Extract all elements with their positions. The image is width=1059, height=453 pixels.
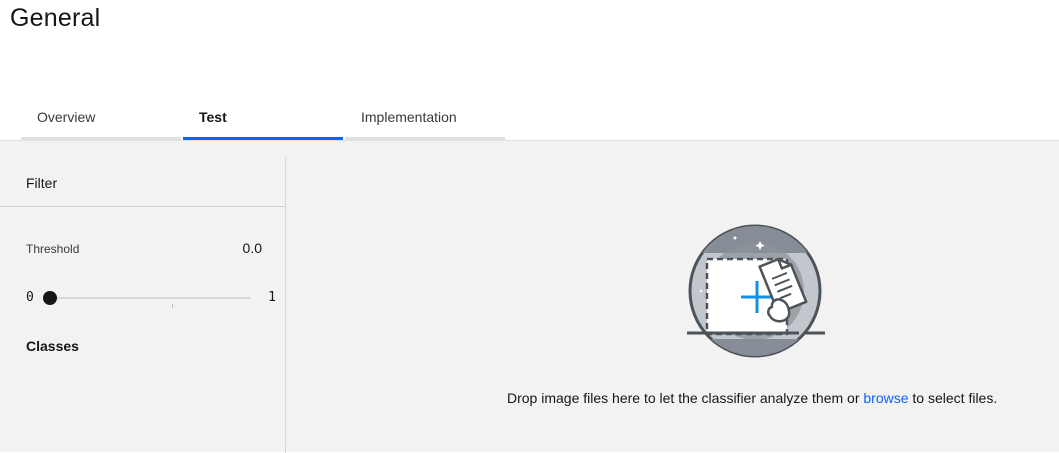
tab-overview[interactable]: Overview xyxy=(21,104,181,140)
threshold-value: 0.0 xyxy=(242,240,262,256)
threshold-row: Threshold 0.0 xyxy=(26,240,262,256)
slider-min-label: 0 xyxy=(26,290,34,305)
slider-max-label: 1 xyxy=(268,290,276,305)
dropzone-text-before: Drop image files here to let the classif… xyxy=(507,390,864,406)
slider-track[interactable] xyxy=(48,297,251,308)
browse-link[interactable]: browse xyxy=(863,390,908,406)
dropzone-instructions: Drop image files here to let the classif… xyxy=(507,390,997,406)
dropzone-text-after: to select files. xyxy=(908,390,998,406)
filter-sidebar: Filter Threshold 0.0 0 1 Classes xyxy=(0,157,286,453)
filter-header: Filter xyxy=(0,157,285,207)
slider-mid-tick xyxy=(172,304,173,308)
image-upload-illustration-icon xyxy=(687,224,825,358)
image-dropzone[interactable]: Drop image files here to let the classif… xyxy=(287,141,1059,453)
test-workspace: Filter Threshold 0.0 0 1 Classes Drop im… xyxy=(0,140,1059,453)
tab-bar: Overview Test Implementation xyxy=(21,104,505,140)
page-title: General xyxy=(10,4,101,32)
threshold-slider[interactable]: 0 1 xyxy=(26,288,276,308)
tab-implementation[interactable]: Implementation xyxy=(345,104,505,140)
slider-thumb[interactable] xyxy=(43,291,57,305)
threshold-label: Threshold xyxy=(26,242,80,256)
classes-heading: Classes xyxy=(26,338,79,354)
tab-test[interactable]: Test xyxy=(183,104,343,140)
